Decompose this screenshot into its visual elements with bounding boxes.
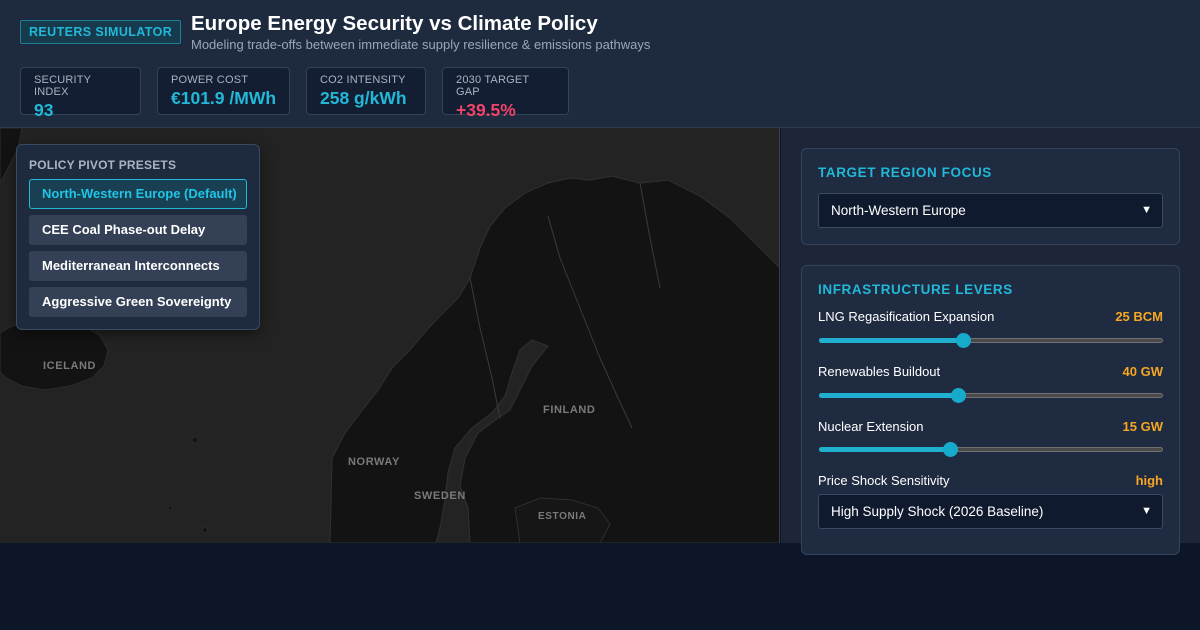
nuclear-slider[interactable] [819,442,1163,458]
lever-label-shock: Price Shock Sensitivity [818,473,950,488]
kpi-label: 2030 TARGET GAP [456,74,530,98]
map-label-estonia: ESTONIA [538,511,587,522]
lever-label-nuclear: Nuclear Extension [818,419,924,434]
lever-label-lng: LNG Regasification Expansion [818,309,995,324]
slider-thumb[interactable] [942,442,958,457]
kpi-value: 258 g/kWh [320,88,407,108]
region-focus-title: TARGET REGION FOCUS [818,165,992,180]
region-select[interactable]: North-Western Europe ▼ [818,193,1163,228]
region-select-value: North-Western Europe [831,203,966,218]
page-title: Europe Energy Security vs Climate Policy [191,12,598,35]
lever-value-renewables: 40 GW [1122,364,1163,379]
slider-fill [819,393,959,398]
top-header: REUTERS SIMULATOR Europe Energy Security… [0,0,1200,128]
kpi-value: +39.5% [456,100,516,120]
kpi-label: SECURITY INDEX [34,74,92,98]
levers-title: INFRASTRUCTURE LEVERS [818,282,1013,297]
infrastructure-levers-card: INFRASTRUCTURE LEVERS LNG Regasification… [801,265,1180,555]
preset-north-western-europe-button[interactable]: North-Western Europe (Default) [29,179,247,209]
chevron-down-icon: ▼ [1141,505,1152,517]
renewables-slider[interactable] [819,388,1163,404]
kpi-label: POWER COST [171,74,249,86]
kpi-value: €101.9 /MWh [171,88,277,108]
kpi-target-gap: 2030 TARGET GAP +39.5% [442,67,569,120]
map-label-norway: NORWAY [348,456,400,468]
control-sidebar: TARGET REGION FOCUS North-Western Europe… [781,128,1200,555]
region-focus-card: TARGET REGION FOCUS North-Western Europe… [801,148,1180,245]
kpi-co2-intensity: CO2 INTENSITY 258 g/kWh [306,67,426,115]
price-shock-select[interactable]: High Supply Shock (2026 Baseline) ▼ [818,494,1163,529]
brand-badge: REUTERS SIMULATOR [20,20,182,44]
policy-presets-panel: POLICY PIVOT PRESETS North-Western Europ… [16,144,260,330]
preset-mediterranean-interconnects-button[interactable]: Mediterranean Interconnects [29,251,247,281]
preset-aggressive-green-button[interactable]: Aggressive Green Sovereignty [29,287,247,317]
slider-fill [819,447,950,452]
price-shock-select-value: High Supply Shock (2026 Baseline) [831,504,1044,519]
presets-title: POLICY PIVOT PRESETS [29,158,177,172]
slider-thumb[interactable] [956,333,972,348]
preset-cee-coal-delay-button[interactable]: CEE Coal Phase-out Delay [29,215,247,245]
lever-value-lng: 25 BCM [1115,309,1163,324]
lng-slider[interactable] [819,333,1163,349]
kpi-value: 93 [34,100,54,120]
slider-fill [819,338,964,343]
map-label-iceland: ICELAND [43,360,97,372]
map-label-finland: FINLAND [543,404,596,416]
chevron-down-icon: ▼ [1141,204,1152,216]
kpi-security-index: SECURITY INDEX 93 [20,67,141,120]
kpi-power-cost: POWER COST €101.9 /MWh [157,67,290,115]
lever-value-shock: high [1135,473,1163,488]
lever-label-renewables: Renewables Buildout [818,364,941,379]
slider-thumb[interactable] [951,388,967,403]
lever-value-nuclear: 15 GW [1122,419,1163,434]
page-subtitle: Modeling trade-offs between immediate su… [191,37,651,52]
kpi-label: CO2 INTENSITY [320,74,406,86]
map-label-sweden: SWEDEN [414,490,466,502]
